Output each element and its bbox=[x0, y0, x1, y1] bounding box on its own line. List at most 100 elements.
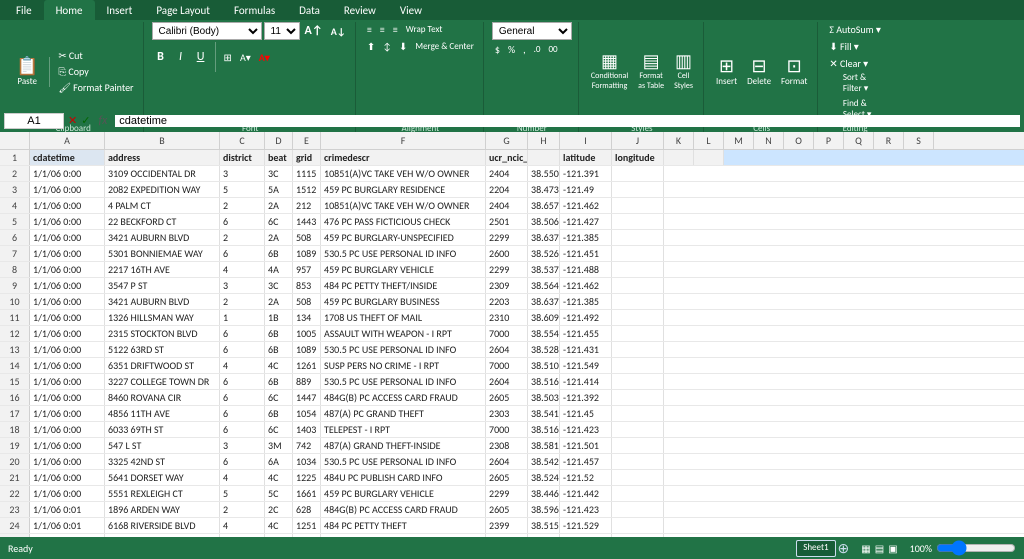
cell[interactable]: 1 bbox=[220, 310, 265, 325]
paste-button[interactable]: 📋 Paste bbox=[10, 55, 44, 89]
cell[interactable]: 4 bbox=[220, 518, 265, 533]
cell[interactable]: 2399 bbox=[486, 518, 528, 533]
cell[interactable]: 2A bbox=[265, 294, 293, 309]
cell[interactable]: 4 bbox=[220, 358, 265, 373]
cell[interactable]: 742 bbox=[293, 438, 321, 453]
cell-k1[interactable] bbox=[664, 150, 694, 165]
cell[interactable]: 38.54153 bbox=[528, 406, 560, 421]
cell[interactable]: 2604 bbox=[486, 374, 528, 389]
cell[interactable]: -121.451 bbox=[560, 246, 612, 261]
cell-f1[interactable]: crimedescr bbox=[321, 150, 486, 165]
cell[interactable]: 459 PC BURGLARY VEHICLE bbox=[321, 534, 486, 537]
cell[interactable]: 1512 bbox=[293, 182, 321, 197]
cell[interactable]: 1/1/06 0:00 bbox=[30, 246, 105, 261]
cell[interactable]: 484U PC PUBLISH CARD INFO bbox=[321, 470, 486, 485]
table-row[interactable]: 191/1/06 0:00547 L ST33M742487(A) GRAND … bbox=[0, 438, 1024, 454]
cell[interactable]: -121.455 bbox=[560, 326, 612, 341]
cell[interactable]: 3 bbox=[220, 166, 265, 181]
cell[interactable] bbox=[612, 470, 664, 485]
cell[interactable]: 38.52816 bbox=[528, 342, 560, 357]
align-left-button[interactable]: ≡ bbox=[364, 22, 375, 37]
cell[interactable] bbox=[612, 454, 664, 469]
cell[interactable]: 38.50398 bbox=[528, 390, 560, 405]
cell[interactable]: 1005 bbox=[293, 326, 321, 341]
cell[interactable]: 1/1/06 0:00 bbox=[30, 358, 105, 373]
cell[interactable]: 2299 bbox=[486, 230, 528, 245]
cell[interactable]: 2404 bbox=[486, 166, 528, 181]
cell[interactable]: 8460 ROVANA CIR bbox=[105, 390, 220, 405]
cell[interactable]: 2308 bbox=[486, 438, 528, 453]
cell[interactable] bbox=[612, 182, 664, 197]
cell[interactable]: 6B bbox=[265, 246, 293, 261]
cell[interactable]: 6168 RIVERSIDE BLVD bbox=[105, 518, 220, 533]
cell[interactable]: 38.58185 bbox=[528, 438, 560, 453]
cell[interactable]: -121.385 bbox=[560, 230, 612, 245]
align-right-button[interactable]: ≡ bbox=[390, 22, 401, 37]
cell[interactable]: 2203 bbox=[486, 294, 528, 309]
cell[interactable]: 38.55426 bbox=[528, 326, 560, 341]
cell[interactable] bbox=[612, 502, 664, 517]
cell[interactable] bbox=[612, 422, 664, 437]
cell[interactable]: 1251 bbox=[293, 518, 321, 533]
align-center-button[interactable]: ≡ bbox=[377, 22, 388, 37]
cell-h1[interactable] bbox=[528, 150, 560, 165]
cell[interactable]: 459 PC BURGLARY VEHICLE bbox=[321, 262, 486, 277]
cell[interactable]: 38.56433 bbox=[528, 278, 560, 293]
col-header-r[interactable]: R bbox=[874, 132, 904, 149]
cell[interactable]: 3C bbox=[265, 278, 293, 293]
cell[interactable]: 1661 bbox=[293, 486, 321, 501]
cell[interactable]: 4C bbox=[265, 470, 293, 485]
cell[interactable] bbox=[612, 374, 664, 389]
cell[interactable]: 3 bbox=[220, 438, 265, 453]
copy-button[interactable]: ⎘ Copy bbox=[55, 64, 136, 79]
cell[interactable]: TELEPEST - I RPT bbox=[321, 422, 486, 437]
autosum-button[interactable]: Σ AutoSum ▾ bbox=[826, 22, 884, 37]
cell[interactable]: 3 bbox=[220, 278, 265, 293]
cell[interactable]: 6B bbox=[265, 342, 293, 357]
cell[interactable]: 2299 bbox=[486, 262, 528, 277]
col-header-h[interactable]: H bbox=[528, 132, 560, 149]
cell[interactable]: 6351 DRIFTWOOD ST bbox=[105, 358, 220, 373]
cell[interactable]: 5641 DORSET WAY bbox=[105, 470, 220, 485]
col-header-j[interactable]: J bbox=[612, 132, 664, 149]
cell-i1[interactable]: latitude bbox=[560, 150, 612, 165]
cell[interactable]: -121.45 bbox=[560, 406, 612, 421]
conditional-formatting-button[interactable]: ▦ ConditionalFormatting bbox=[587, 50, 632, 93]
tab-data[interactable]: Data bbox=[287, 0, 332, 20]
cell[interactable]: 2A bbox=[265, 230, 293, 245]
percent-button[interactable]: % bbox=[505, 42, 518, 57]
cell[interactable]: -121.52 bbox=[560, 470, 612, 485]
cell[interactable]: 1326 HILLSMAN WAY bbox=[105, 310, 220, 325]
cell[interactable]: 6B bbox=[265, 326, 293, 341]
cell[interactable]: 2299 bbox=[486, 486, 528, 501]
layout-view-button[interactable]: ▤ bbox=[875, 542, 884, 555]
cell[interactable]: 1089 bbox=[293, 246, 321, 261]
cell[interactable]: 4C bbox=[265, 358, 293, 373]
cell[interactable]: 6C bbox=[265, 422, 293, 437]
cell[interactable] bbox=[612, 278, 664, 293]
cell[interactable]: 459 PC BURGLARY VEHICLE bbox=[321, 486, 486, 501]
cell-a1[interactable]: cdatetime bbox=[30, 150, 105, 165]
cell[interactable]: 38.65785 bbox=[528, 198, 560, 213]
cell[interactable]: 6033 69TH ST bbox=[105, 422, 220, 437]
table-row[interactable]: 81/1/06 0:002217 16TH AVE44A957459 PC BU… bbox=[0, 262, 1024, 278]
cell[interactable]: 5C bbox=[265, 534, 293, 537]
col-header-m[interactable]: M bbox=[724, 132, 754, 149]
cell-styles-button[interactable]: ▥ CellStyles bbox=[670, 50, 697, 93]
cell[interactable]: 1403 bbox=[293, 422, 321, 437]
cell[interactable]: 2299 bbox=[486, 534, 528, 537]
cell[interactable]: 5 bbox=[220, 486, 265, 501]
cell[interactable]: 1896 ARDEN WAY bbox=[105, 502, 220, 517]
cell[interactable] bbox=[612, 438, 664, 453]
cell[interactable]: -121.462 bbox=[560, 198, 612, 213]
col-header-o[interactable]: O bbox=[784, 132, 814, 149]
cell[interactable]: 5301 BONNIEMAE WAY bbox=[105, 246, 220, 261]
cell[interactable] bbox=[612, 310, 664, 325]
table-row[interactable]: 171/1/06 0:004856 11TH AVE66B1054487(A) … bbox=[0, 406, 1024, 422]
page-break-view-button[interactable]: ▣ bbox=[888, 542, 897, 555]
cell[interactable]: 1/1/06 0:00 bbox=[30, 470, 105, 485]
cell[interactable] bbox=[612, 486, 664, 501]
cell[interactable] bbox=[612, 534, 664, 537]
cell[interactable]: 6 bbox=[220, 214, 265, 229]
cell[interactable]: 5122 63RD ST bbox=[105, 342, 220, 357]
